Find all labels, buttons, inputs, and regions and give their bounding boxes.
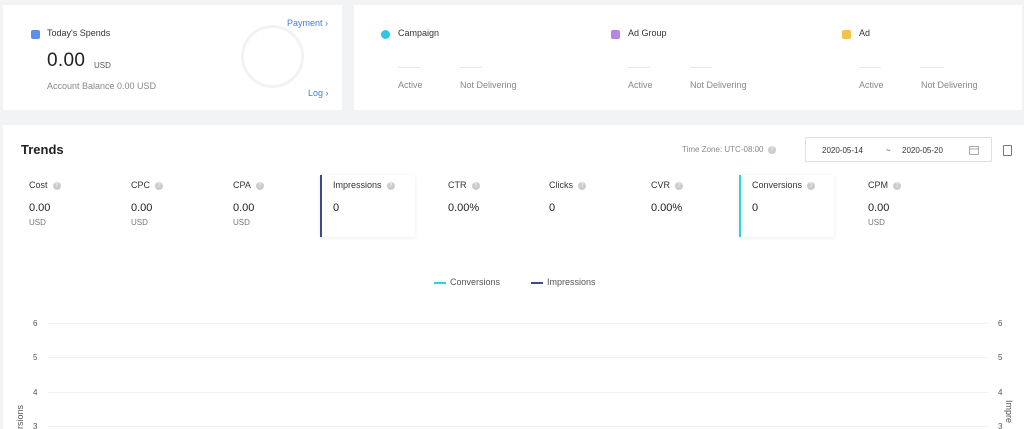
export-icon[interactable] (1003, 145, 1012, 156)
ad-label: Ad (859, 28, 871, 38)
ad-group-active: Active (628, 80, 653, 90)
metric-impressions[interactable]: Impressions? 0 (320, 175, 415, 237)
campaign-icon (381, 30, 390, 39)
gridline (48, 323, 988, 324)
selected-indicator (739, 175, 741, 237)
right-axis-title: Impre (1004, 400, 1014, 424)
spends-title: Today's Spends (47, 28, 111, 38)
ad-group-label: Ad Group (628, 28, 667, 38)
help-icon[interactable]: ? (52, 181, 61, 190)
ad-group-icon (611, 30, 620, 39)
timezone-label: Time Zone: UTC-08:00 ? (682, 145, 776, 154)
y-tick-right: 4 (998, 388, 1003, 397)
metric-cpa[interactable]: CPA? 0.00 USD (220, 175, 315, 237)
campaign-not-delivering: Not Delivering (460, 80, 517, 90)
campaign-stats[interactable]: Campaign Active Not Delivering (378, 5, 578, 110)
y-tick-right: 6 (998, 319, 1003, 328)
metric-cpm[interactable]: CPM? 0.00 USD (855, 175, 950, 237)
delivery-stats-card: Campaign Active Not Delivering Ad Group … (354, 5, 1022, 110)
date-range-picker[interactable]: 2020-05-14 ~ 2020-05-20 (805, 137, 992, 162)
y-tick-left: 5 (33, 353, 38, 362)
metric-conversions[interactable]: Conversions? 0 (739, 175, 834, 237)
y-tick-right: 5 (998, 353, 1003, 362)
payment-link[interactable]: Payment › (287, 18, 328, 28)
selected-indicator (320, 175, 322, 237)
gridline (48, 426, 988, 427)
y-tick-left: 3 (33, 422, 38, 429)
help-icon[interactable]: ? (893, 181, 901, 190)
date-separator: ~ (886, 146, 891, 155)
spends-amount: 0.00 (47, 50, 86, 71)
ad-group-not-delivering: Not Delivering (690, 80, 747, 90)
date-end: 2020-05-20 (902, 146, 943, 155)
legend-conversions[interactable]: Conversions (434, 277, 500, 287)
campaign-label: Campaign (398, 28, 440, 38)
ad-active: Active (859, 80, 884, 90)
spends-ring-chart (241, 25, 304, 88)
spends-icon (31, 30, 40, 39)
y-tick-right: 3 (998, 422, 1003, 429)
spends-currency: USD (94, 61, 111, 70)
trends-title: Trends (21, 142, 64, 157)
help-icon[interactable]: ? (155, 181, 164, 190)
y-tick-left: 4 (33, 388, 38, 397)
help-icon[interactable]: ? (807, 181, 816, 190)
trends-card: Trends Time Zone: UTC-08:00 ? 2020-05-14… (3, 125, 1024, 429)
left-axis-title: rsions (15, 404, 25, 429)
help-icon[interactable]: ? (386, 181, 395, 190)
help-icon[interactable]: ? (471, 181, 480, 190)
metric-cost[interactable]: Cost? 0.00 USD (16, 175, 111, 237)
date-start: 2020-05-14 (822, 146, 863, 155)
campaign-active: Active (398, 80, 423, 90)
help-icon[interactable]: ? (578, 181, 586, 190)
gridline (48, 357, 988, 358)
legend-impressions[interactable]: Impressions (531, 277, 596, 287)
log-link[interactable]: Log › (308, 88, 329, 98)
metric-ctr[interactable]: CTR? 0.00% (435, 175, 530, 237)
todays-spends-card: Today's Spends 0.00 USD Account Balance … (3, 5, 342, 110)
metric-cpc[interactable]: CPC? 0.00 USD (118, 175, 213, 237)
calendar-icon (969, 146, 979, 155)
help-icon[interactable]: ? (675, 181, 684, 190)
gridline (48, 392, 988, 393)
ad-group-stats[interactable]: Ad Group Active Not Delivering (608, 5, 808, 110)
help-icon[interactable]: ? (255, 181, 264, 190)
metric-cvr[interactable]: CVR? 0.00% (638, 175, 733, 237)
ad-stats[interactable]: Ad Active Not Delivering (839, 5, 1019, 110)
metric-clicks[interactable]: Clicks? 0 (536, 175, 631, 237)
account-balance: Account Balance 0.00 USD (47, 81, 157, 91)
ad-icon (842, 30, 851, 39)
y-tick-left: 6 (33, 319, 38, 328)
help-icon[interactable]: ? (767, 145, 776, 154)
ad-not-delivering: Not Delivering (921, 80, 978, 90)
